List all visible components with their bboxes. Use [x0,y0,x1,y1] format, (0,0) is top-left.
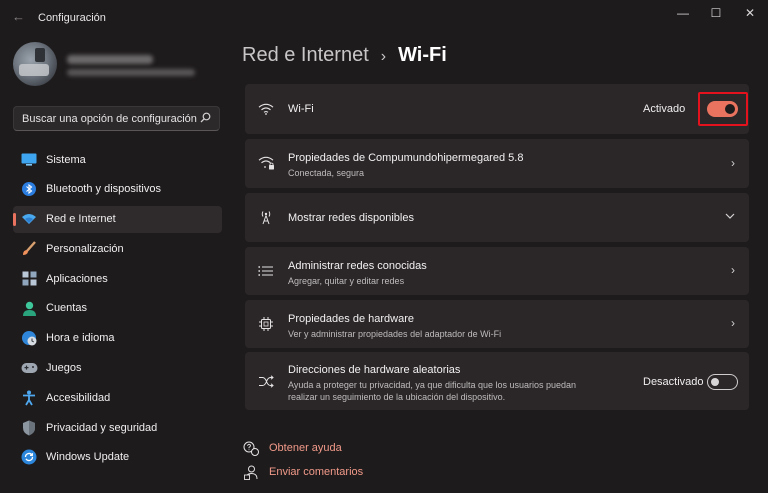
globe-clock-icon [20,329,38,347]
title-bar: ← Configuración — ☐ ✕ [0,0,768,32]
network-icon [20,210,38,228]
sidebar-item-sistema[interactable]: Sistema [13,146,222,173]
hardware-properties-title: Propiedades de hardware [288,313,414,325]
chevron-down-icon[interactable] [725,209,735,223]
random-hardware-addresses-card: Direcciones de hardware aleatorias Ayuda… [245,352,749,410]
bluetooth-icon [20,180,38,198]
antenna-icon [257,208,275,226]
wifi-toggle-card[interactable]: Wi-Fi Activado [245,84,749,134]
send-feedback-link[interactable]: Enviar comentarios [243,462,363,482]
sidebar-item-label: Red e Internet [46,213,116,226]
search-icon[interactable] [200,112,211,126]
chevron-right-icon: › [731,156,735,170]
update-icon [20,448,38,466]
page-title: Wi-Fi [398,44,447,66]
manage-known-networks-subtitle: Agregar, quitar y editar redes [288,276,405,286]
sidebar-item-label: Juegos [46,362,82,375]
account-icon [20,299,38,317]
wifi-icon [257,100,275,118]
close-button[interactable]: ✕ [740,6,760,20]
chevron-right-icon: › [731,263,735,277]
gamepad-icon [20,359,38,377]
minimize-button[interactable]: — [673,6,693,20]
hardware-properties-subtitle: Ver y administrar propiedades del adapta… [288,329,502,339]
random-addresses-title: Direcciones de hardware aleatorias [288,364,461,376]
user-name-blurred [67,55,153,64]
send-feedback-label[interactable]: Enviar comentarios [269,466,363,478]
help-links: Obtener ayuda Enviar comentarios [243,438,363,486]
sidebar-item-label: Privacidad y seguridad [46,421,158,434]
breadcrumb: Red e Internet › Wi-Fi [242,44,447,67]
apps-icon [20,270,38,288]
sidebar-item-personalizacion[interactable]: Personalización [13,235,222,262]
brush-icon [20,240,38,258]
sidebar-item-windows-update[interactable]: Windows Update [13,444,222,471]
sidebar-item-label: Personalización [46,242,124,255]
show-available-networks-title: Mostrar redes disponibles [288,212,414,224]
wifi-title: Wi-Fi [288,103,314,115]
random-addresses-status-label: Desactivado [643,376,704,388]
network-properties-title: Propiedades de Compumundohipermegared 5.… [288,152,524,164]
highlight-annotation [698,92,748,126]
sidebar-item-label: Accesibilidad [46,391,111,404]
sidebar-item-hora-idioma[interactable]: Hora e idioma [13,325,222,352]
sidebar-item-label: Windows Update [46,451,130,464]
random-addresses-subtitle-line2: realizar un seguimiento de la ubicación … [288,392,506,402]
sidebar-nav: Sistema Bluetooth y dispositivos Red e I… [13,146,222,474]
sidebar-item-label: Bluetooth y dispositivos [46,183,161,196]
sidebar-item-label: Aplicaciones [46,272,108,285]
feedback-icon [243,464,259,480]
sidebar-item-aplicaciones[interactable]: Aplicaciones [13,265,222,292]
get-help-label[interactable]: Obtener ayuda [269,442,342,454]
sidebar-item-label: Hora e idioma [46,332,115,345]
list-icon [257,262,275,280]
network-properties-subtitle: Conectada, segura [288,168,365,178]
shield-icon [20,419,38,437]
search-input[interactable]: Buscar una opción de configuración [22,113,200,125]
manage-known-networks-card[interactable]: Administrar redes conocidas Agregar, qui… [245,247,749,295]
chip-icon [257,315,275,333]
sidebar-item-cuentas[interactable]: Cuentas [13,295,222,322]
avatar[interactable] [13,42,57,86]
user-profile[interactable] [13,42,213,92]
chevron-right-icon: › [731,316,735,330]
system-icon [20,151,38,169]
manage-known-networks-title: Administrar redes conocidas [288,260,427,272]
sidebar-item-accesibilidad[interactable]: Accesibilidad [13,384,222,411]
sidebar-item-red-internet[interactable]: Red e Internet [13,205,222,233]
sidebar-item-label: Cuentas [46,302,87,315]
show-available-networks-card[interactable]: Mostrar redes disponibles [245,193,749,242]
user-email-blurred [67,69,195,76]
sidebar-item-privacidad[interactable]: Privacidad y seguridad [13,414,222,441]
app-title: Configuración [38,12,106,24]
sidebar-item-label: Sistema [46,153,86,166]
hardware-properties-card[interactable]: Propiedades de hardware Ver y administra… [245,300,749,348]
random-addresses-subtitle-line1: Ayuda a proteger tu privacidad, ya que d… [288,380,577,390]
random-addresses-toggle[interactable] [707,374,738,390]
accessibility-icon [20,389,38,407]
maximize-button[interactable]: ☐ [706,6,726,20]
get-help-link[interactable]: Obtener ayuda [243,438,363,458]
search-box[interactable]: Buscar una opción de configuración [13,106,220,131]
breadcrumb-parent[interactable]: Red e Internet [242,44,369,67]
back-arrow-icon[interactable]: ← [12,9,25,24]
breadcrumb-separator-icon: › [380,48,387,65]
network-properties-card[interactable]: Propiedades de Compumundohipermegared 5.… [245,139,749,188]
sidebar-item-juegos[interactable]: Juegos [13,355,222,382]
wifi-lock-icon [257,154,275,172]
wifi-status-label: Activado [643,103,686,115]
sidebar-item-bluetooth[interactable]: Bluetooth y dispositivos [13,176,222,203]
help-bubble-icon [243,440,259,456]
shuffle-icon [257,372,275,390]
